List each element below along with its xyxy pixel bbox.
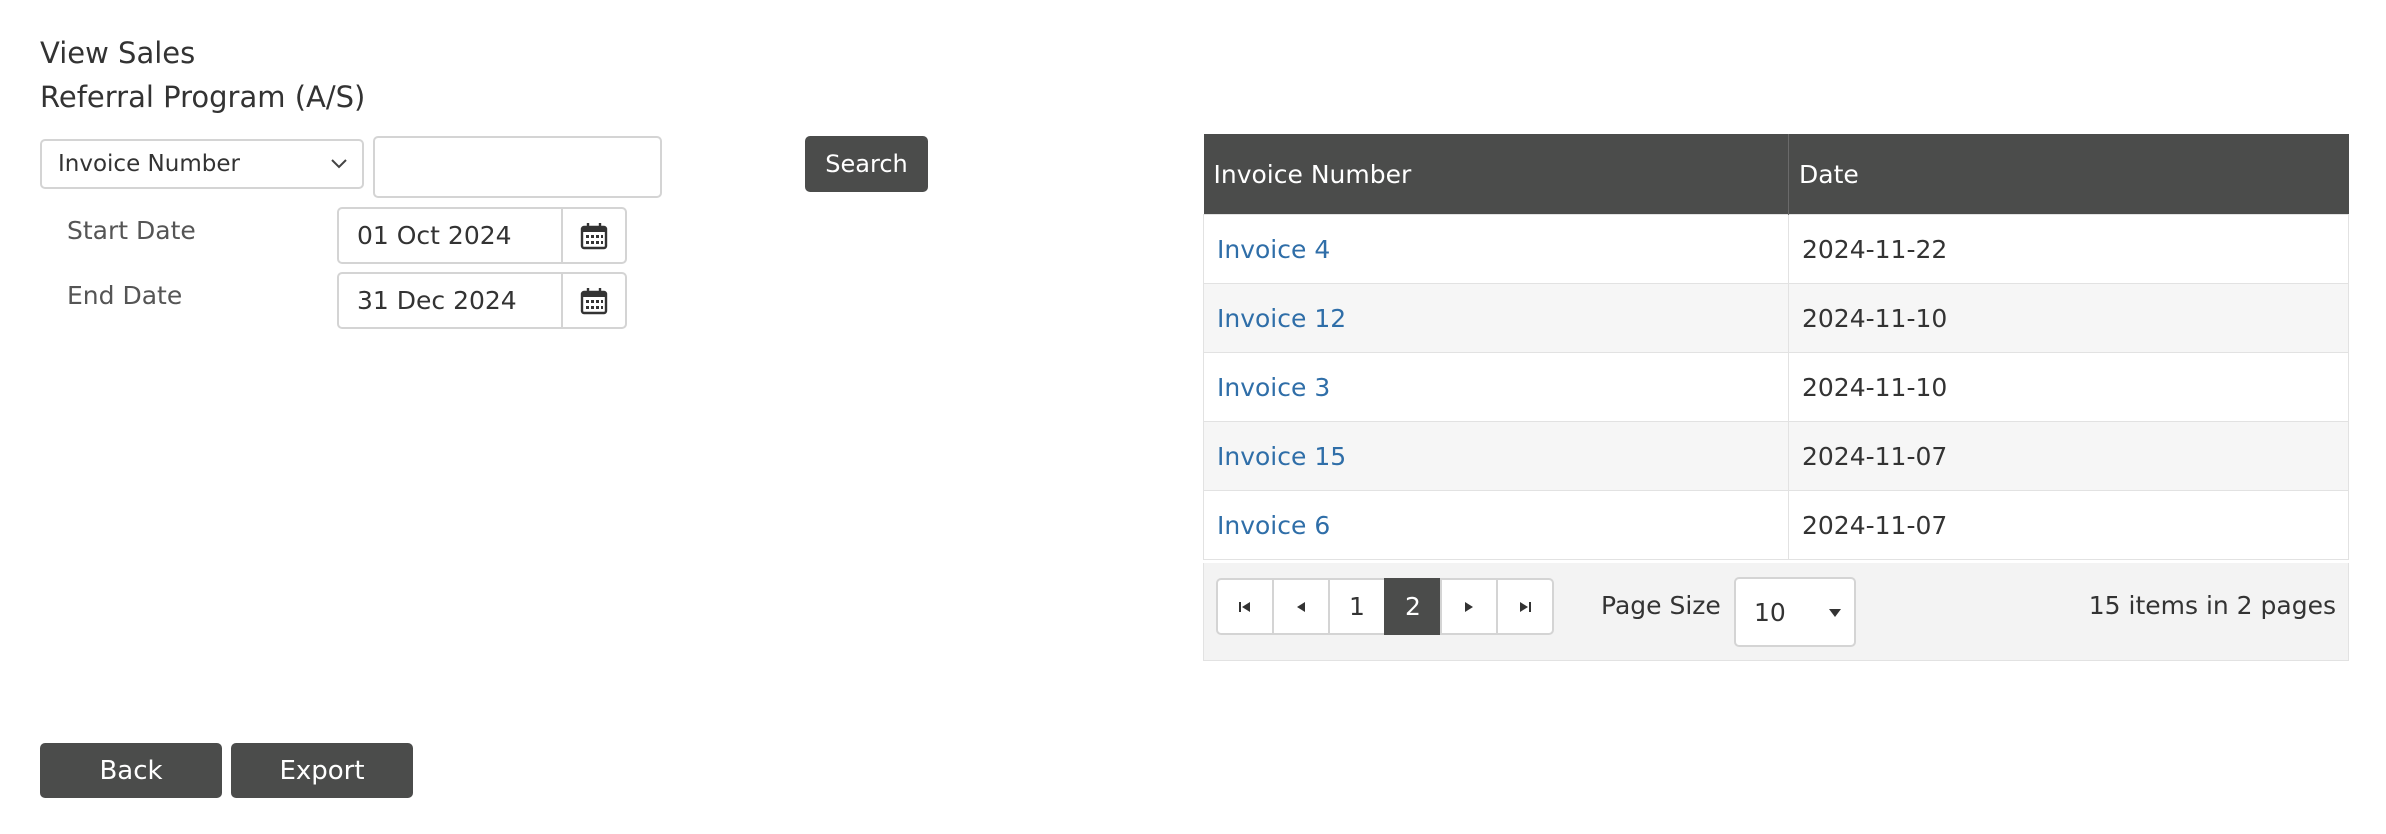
chevron-down-icon [331, 159, 347, 169]
prev-page-icon [1297, 601, 1305, 612]
next-page-button[interactable] [1440, 578, 1498, 635]
field-select-value: Invoice Number [58, 151, 240, 177]
invoice-table: Invoice Number Date Invoice 4 2024-11-22… [1203, 134, 2349, 560]
page-size-label: Page Size [1601, 591, 1721, 620]
invoice-cell: Invoice 12 [1203, 283, 1789, 353]
date-cell: 2024-11-07 [1788, 490, 2349, 560]
page-size-value: 10 [1754, 597, 1786, 627]
start-date-field[interactable]: 01 Oct 2024 [337, 207, 627, 264]
prev-page-button[interactable] [1272, 578, 1330, 635]
invoice-link[interactable]: Invoice 15 [1217, 442, 1346, 471]
pager: 1 2 Page Size 10 15 items in 2 pages [1203, 563, 2349, 661]
invoice-link[interactable]: Invoice 3 [1217, 373, 1330, 402]
field-select[interactable]: Invoice Number [40, 139, 364, 189]
table-header-row: Invoice Number Date [1203, 134, 2349, 215]
invoice-cell: Invoice 15 [1203, 421, 1789, 491]
invoice-link[interactable]: Invoice 12 [1217, 304, 1346, 333]
start-date-value[interactable]: 01 Oct 2024 [339, 209, 561, 262]
back-button[interactable]: Back [40, 743, 222, 798]
date-cell: 2024-11-10 [1788, 283, 2349, 353]
pager-buttons: 1 2 [1216, 578, 1554, 635]
page-2-button[interactable]: 2 [1384, 578, 1442, 635]
column-header-invoice-number[interactable]: Invoice Number [1203, 134, 1789, 215]
export-button[interactable]: Export [231, 743, 413, 798]
date-cell: 2024-11-07 [1788, 421, 2349, 491]
table-row: Invoice 15 2024-11-07 [1203, 421, 2349, 491]
date-cell: 2024-11-22 [1788, 214, 2349, 284]
page-title: View Sales [40, 36, 196, 70]
first-page-icon [1239, 601, 1250, 612]
end-date-label: End Date [67, 281, 183, 310]
start-date-calendar-button[interactable] [561, 209, 625, 262]
page-1-button[interactable]: 1 [1328, 578, 1386, 635]
table-row: Invoice 3 2024-11-10 [1203, 352, 2349, 422]
column-header-date[interactable]: Date [1788, 134, 2349, 215]
page-subtitle: Referral Program (A/S) [40, 80, 366, 114]
invoice-link[interactable]: Invoice 4 [1217, 235, 1330, 264]
dropdown-arrow-icon [1829, 609, 1841, 617]
first-page-button[interactable] [1216, 578, 1274, 635]
table-row: Invoice 12 2024-11-10 [1203, 283, 2349, 353]
end-date-calendar-button[interactable] [561, 274, 625, 327]
last-page-button[interactable] [1496, 578, 1554, 635]
last-page-icon [1520, 601, 1531, 612]
table-row: Invoice 4 2024-11-22 [1203, 214, 2349, 284]
invoice-cell: Invoice 3 [1203, 352, 1789, 422]
table-row: Invoice 6 2024-11-07 [1203, 490, 2349, 560]
search-input[interactable] [373, 136, 662, 198]
date-cell: 2024-11-10 [1788, 352, 2349, 422]
page-size-select[interactable]: 10 [1734, 577, 1856, 647]
calendar-icon [580, 222, 608, 249]
invoice-cell: Invoice 4 [1203, 214, 1789, 284]
start-date-label: Start Date [67, 216, 196, 245]
search-button[interactable]: Search [805, 136, 928, 192]
invoice-grid: Invoice Number Date Invoice 4 2024-11-22… [1203, 134, 2349, 560]
end-date-value[interactable]: 31 Dec 2024 [339, 274, 561, 327]
end-date-field[interactable]: 31 Dec 2024 [337, 272, 627, 329]
invoice-cell: Invoice 6 [1203, 490, 1789, 560]
calendar-icon [580, 287, 608, 314]
next-page-icon [1465, 601, 1473, 612]
invoice-link[interactable]: Invoice 6 [1217, 511, 1330, 540]
pager-info: 15 items in 2 pages [2088, 591, 2336, 620]
